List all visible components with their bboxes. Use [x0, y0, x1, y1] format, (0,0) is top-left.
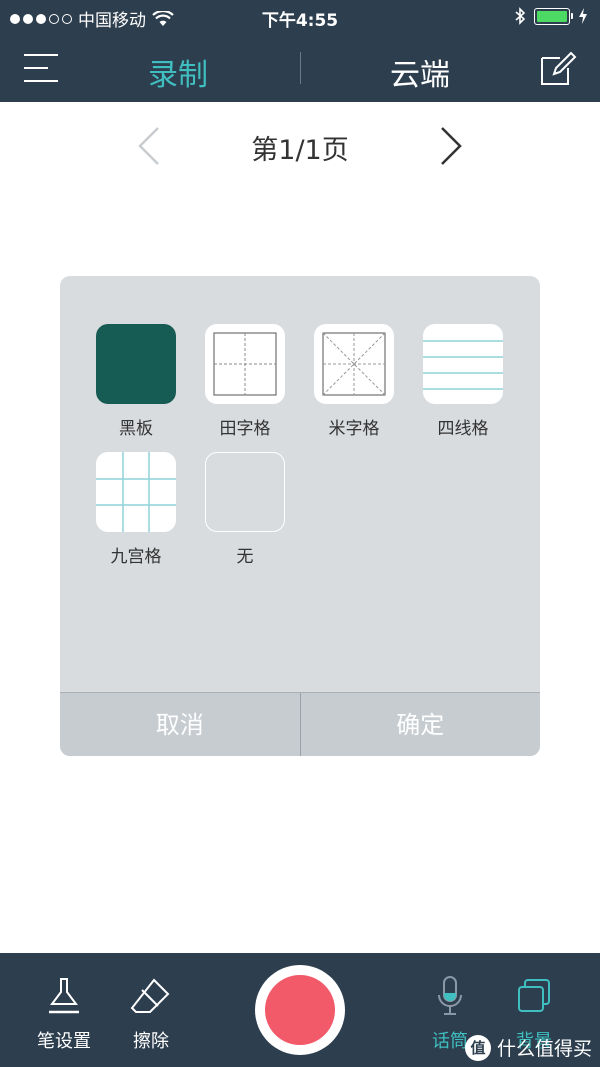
option-nine-grid[interactable]: 九宫格: [96, 452, 176, 567]
option-label: 四线格: [437, 419, 489, 439]
blackboard-icon: [96, 324, 176, 404]
pen-settings-button[interactable]: 笔设置: [34, 971, 94, 1053]
layers-icon: [518, 979, 550, 1012]
pen-icon: [49, 978, 79, 1014]
mi-grid-icon: [314, 324, 394, 404]
option-blackboard[interactable]: 黑板: [96, 324, 176, 439]
option-label: 无: [236, 547, 254, 567]
nine-grid-icon: [96, 452, 176, 532]
confirm-button[interactable]: 确定: [301, 693, 541, 756]
tian-grid-icon: [205, 324, 285, 404]
dialog-actions: 取消 确定: [60, 692, 540, 756]
watermark: 值 什么值得买: [464, 1034, 592, 1061]
charging-icon: [579, 8, 587, 24]
option-mi-grid[interactable]: 米字格: [314, 324, 394, 439]
option-four-line[interactable]: 四线格: [423, 324, 503, 439]
battery-icon: [534, 7, 573, 25]
cancel-button[interactable]: 取消: [60, 693, 300, 756]
page-indicator: 第1/1页: [251, 135, 349, 166]
bluetooth-icon: [515, 7, 526, 25]
nav-divider: [300, 52, 301, 84]
option-label: 黑板: [119, 419, 153, 439]
tool-label: 擦除: [133, 1031, 169, 1052]
record-button[interactable]: [255, 965, 345, 1055]
watermark-badge: 值: [464, 1034, 491, 1061]
tool-label: 笔设置: [37, 1031, 91, 1052]
option-none[interactable]: 无: [205, 452, 285, 567]
tab-cloud[interactable]: 云端: [390, 50, 450, 94]
bottom-toolbar: 笔设置 擦除 话筒 背景 值 什么值得买: [0, 953, 600, 1067]
status-right: [514, 7, 588, 25]
microphone-icon: [438, 976, 462, 1015]
next-page-icon[interactable]: [438, 126, 464, 166]
record-dot-icon: [265, 975, 335, 1045]
option-label: 九宫格: [110, 547, 162, 567]
menu-icon[interactable]: [24, 54, 58, 82]
option-label: 米字格: [328, 419, 380, 439]
eraser-icon: [130, 978, 170, 1013]
watermark-text: 什么值得买: [496, 1038, 592, 1060]
tab-record[interactable]: 录制: [148, 50, 208, 94]
background-dialog: 黑板 田字格 米字格 四线格 九宫格 无 取消 确定: [60, 276, 540, 756]
option-tian-grid[interactable]: 田字格: [205, 324, 285, 439]
status-time: 下午4:55: [261, 11, 339, 31]
four-line-icon: [423, 324, 503, 404]
nav-bar: 录制 云端: [0, 34, 600, 102]
edit-icon[interactable]: [538, 48, 578, 88]
eraser-button[interactable]: 擦除: [126, 971, 176, 1053]
option-label: 田字格: [219, 419, 271, 439]
status-bar: 中国移动 下午4:55: [0, 0, 600, 34]
page-pager: 第1/1页: [0, 120, 600, 170]
none-icon: [205, 452, 285, 532]
